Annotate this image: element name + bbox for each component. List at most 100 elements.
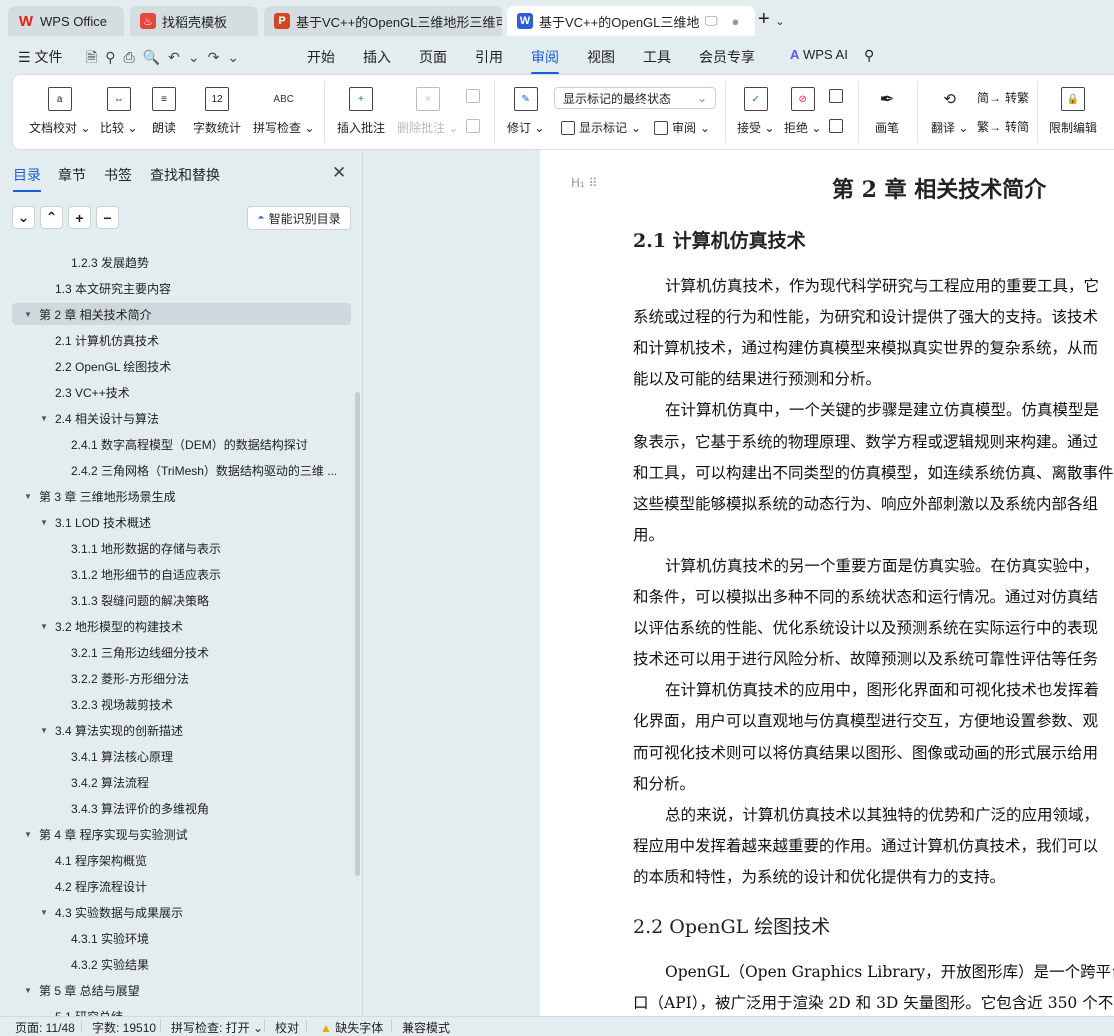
toc-item-label: 3.4.3 算法评价的多维视角 (71, 801, 210, 816)
new-tab-button[interactable]: + ⌄ (758, 8, 784, 31)
pen-icon: ✒ (879, 88, 895, 109)
smart-toc-button[interactable]: ◓ 智能识别目录 (247, 206, 351, 230)
toc-item[interactable]: 4.3.1 实验环境 (71, 927, 149, 949)
search-icon[interactable]: ⚲ (864, 47, 874, 64)
heading-handle-icon[interactable]: H₁ ⠿ (571, 176, 597, 190)
expand-arrow-icon[interactable]: ▼ (24, 986, 32, 995)
toc-item[interactable]: 2.4.1 数字高程模型（DEM）的数据结构探讨 (71, 433, 308, 455)
expand-arrow-icon[interactable]: ▼ (40, 414, 48, 423)
toc-item[interactable]: 2.4.2 三角网格（TriMesh）数据结构驱动的三维 ... (71, 459, 337, 481)
toc-item[interactable]: 3.1.3 裂缝问题的解决策略 (71, 589, 209, 611)
read-aloud-button[interactable]: ≡ 朗读 (152, 87, 176, 136)
missing-font-status[interactable]: ▲ 缺失字体 (320, 1019, 383, 1036)
menu-tools[interactable]: 工具 (643, 47, 671, 67)
review-pane-button[interactable]: 审阅 ⌄ (654, 119, 710, 136)
restrict-editing-button[interactable]: 🔒 限制编辑 (1049, 87, 1097, 136)
compare-button[interactable]: ⇔ 比较 ⌄ (100, 87, 137, 136)
menu-reference[interactable]: 引用 (475, 47, 503, 67)
menu-membership[interactable]: 会员专享 (699, 47, 755, 67)
toc-item[interactable]: 4.1 程序架构概览 (55, 849, 147, 871)
toc-item-label: 4.3.2 实验结果 (71, 957, 150, 972)
quick-access-toolbar[interactable]: 🗎⚲⎙🔍↶⌄↷⌄ (86, 47, 247, 71)
display-mode-dropdown[interactable]: 显示标记的最终状态 ⌄ (554, 87, 716, 109)
translate-button[interactable]: ⟲ 翻译 ⌄ (931, 87, 968, 136)
toc-item[interactable]: 5.1 研究总结 (55, 1005, 123, 1017)
toc-item[interactable]: ▼ 第 4 章 程序实现与实验测试 (24, 823, 188, 845)
proofread-button[interactable]: a 文档校对 ⌄ (29, 87, 90, 136)
to-traditional-button[interactable]: 简→ 转繁 (977, 89, 1029, 106)
toc-item[interactable]: ▼ 第 3 章 三维地形场景生成 (24, 485, 176, 507)
toc-item[interactable]: 3.2.1 三角形边线细分技术 (71, 641, 209, 663)
word-count-button[interactable]: 12 字数统计 (193, 87, 241, 136)
demote-button[interactable]: − (96, 206, 119, 229)
toc-item[interactable]: 3.2.2 菱形-方形细分法 (71, 667, 189, 689)
expand-arrow-icon[interactable]: ▼ (40, 726, 48, 735)
menu-page[interactable]: 页面 (419, 47, 447, 67)
next-comment-button[interactable] (466, 119, 480, 133)
menu-view[interactable]: 视图 (587, 47, 615, 67)
tab-bookmarks[interactable]: 书签 (104, 165, 132, 185)
toc-item[interactable]: 4.2 程序流程设计 (55, 875, 147, 897)
expand-arrow-icon[interactable]: ▼ (40, 518, 48, 527)
toc-item[interactable]: ▼ 3.2 地形模型的构建技术 (40, 615, 183, 637)
spell-check-status[interactable]: 拼写检查: 打开 ⌄ (171, 1019, 263, 1036)
toc-item[interactable]: 2.1 计算机仿真技术 (55, 329, 159, 351)
tab-find-replace[interactable]: 查找和替换 (150, 165, 220, 185)
tab-ppt-document[interactable]: P 基于VC++的OpenGL三维地形三维可 (264, 6, 502, 36)
track-changes-button[interactable]: ✎ 修订 ⌄ (507, 87, 544, 136)
show-markup-button[interactable]: 显示标记 ⌄ (561, 119, 641, 136)
insert-comment-button[interactable]: + 插入批注 (337, 87, 385, 136)
toc-item[interactable]: 1.2.3 发展趋势 (71, 251, 149, 273)
proofread-status[interactable]: 校对 (275, 1019, 299, 1036)
expand-arrow-icon[interactable]: ▼ (24, 492, 32, 501)
toc-item[interactable]: 3.2.3 视场裁剪技术 (71, 693, 173, 715)
toc-item[interactable]: ▼ 第 2 章 相关技术简介 (12, 303, 351, 325)
expand-button[interactable]: ⌃ (40, 206, 63, 229)
toc-item[interactable]: ▼ 4.3 实验数据与成果展示 (40, 901, 183, 923)
toc-item[interactable]: 3.4.1 算法核心原理 (71, 745, 173, 767)
divider (725, 81, 726, 143)
file-menu[interactable]: ☰ 文件 (18, 47, 62, 67)
toc-item[interactable]: 3.1.1 地形数据的存储与表示 (71, 537, 221, 559)
reject-button[interactable]: ⊘ 拒绝 ⌄ (784, 87, 821, 136)
delete-comment-button[interactable]: × 删除批注 ⌄ (397, 87, 458, 136)
expand-arrow-icon[interactable]: ▼ (24, 310, 32, 319)
previous-change-button[interactable] (829, 89, 843, 103)
toc-item[interactable]: 1.3 本文研究主要内容 (55, 277, 171, 299)
close-icon[interactable]: ✕ (332, 163, 346, 183)
pen-button[interactable]: ✒ 画笔 (875, 87, 899, 136)
tab-sections[interactable]: 章节 (58, 165, 86, 185)
word-count[interactable]: 字数: 19510 (92, 1019, 156, 1036)
toc-scrollbar[interactable] (355, 392, 360, 876)
toc-item[interactable]: ▼ 3.4 算法实现的创新描述 (40, 719, 183, 741)
collapse-button[interactable]: ⌄ (12, 206, 35, 229)
document-page[interactable]: H₁ ⠿ 第 2 章 相关技术简介 2.1 计算机仿真技术 计算机仿真技术，作为… (540, 150, 1114, 1016)
tab-wps-office[interactable]: W WPS Office (8, 6, 124, 36)
wps-ai-button[interactable]: A WPS AI (790, 47, 848, 62)
toc-item[interactable]: 2.3 VC++技术 (55, 381, 130, 403)
toc-item[interactable]: ▼ 2.4 相关设计与算法 (40, 407, 159, 429)
menu-start[interactable]: 开始 (307, 47, 335, 67)
toc-item[interactable]: 3.4.2 算法流程 (71, 771, 149, 793)
accept-button[interactable]: ✓ 接受 ⌄ (737, 87, 774, 136)
tab-word-document[interactable]: W 基于VC++的OpenGL三维地形 🖵 ● (507, 6, 755, 36)
previous-comment-button[interactable] (466, 89, 480, 103)
toc-item[interactable]: 3.4.3 算法评价的多维视角 (71, 797, 209, 819)
menu-review[interactable]: 审阅 (531, 47, 559, 75)
toc-item[interactable]: 4.3.2 实验结果 (71, 953, 149, 975)
next-change-button[interactable] (829, 119, 843, 133)
toc-item[interactable]: 3.1.2 地形细节的自适应表示 (71, 563, 221, 585)
page-indicator[interactable]: 页面: 11/48 (15, 1019, 75, 1036)
tab-toc[interactable]: 目录 (13, 165, 41, 192)
toc-item[interactable]: 2.2 OpenGL 绘图技术 (55, 355, 171, 377)
spell-check-button[interactable]: ABC 拼写检查 ⌄ (253, 87, 314, 136)
expand-arrow-icon[interactable]: ▼ (40, 622, 48, 631)
toc-item[interactable]: ▼ 3.1 LOD 技术概述 (40, 511, 151, 533)
to-simplified-button[interactable]: 繁→ 转简 (977, 118, 1029, 135)
toc-item[interactable]: ▼ 第 5 章 总结与展望 (24, 979, 140, 1001)
promote-button[interactable]: + (68, 206, 91, 229)
tab-docer[interactable]: ♨ 找稻壳模板 (130, 6, 258, 36)
menu-insert[interactable]: 插入 (363, 47, 391, 67)
expand-arrow-icon[interactable]: ▼ (40, 908, 48, 917)
expand-arrow-icon[interactable]: ▼ (24, 830, 32, 839)
